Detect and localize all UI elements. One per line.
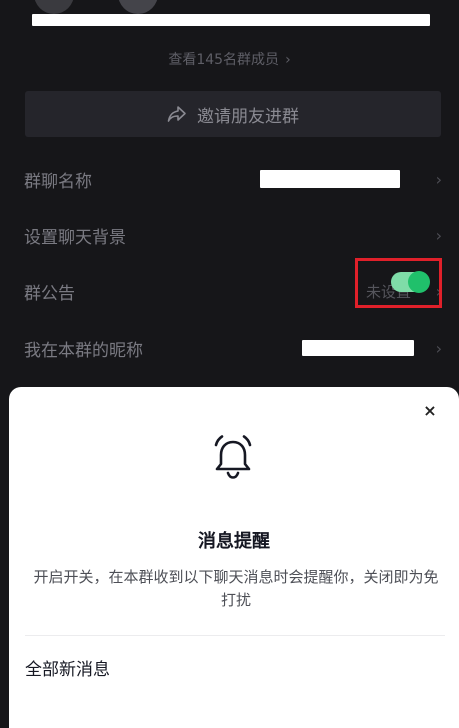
- view-all-members-label: 查看145名群成员: [168, 52, 280, 68]
- toggle-knob: [408, 271, 430, 293]
- redacted-nickname: [302, 340, 414, 356]
- bell-icon: [214, 435, 252, 479]
- group-notice-label: 群公告: [24, 283, 75, 304]
- divider: [25, 635, 445, 636]
- settings-row-chat-background[interactable]: 设置聊天背景 ›: [0, 207, 459, 263]
- share-arrow-icon: [167, 106, 186, 122]
- sheet-description: 开启开关，在本群收到以下聊天消息时会提醒你，关闭即为免打扰: [33, 568, 439, 609]
- invite-friends-button[interactable]: 邀请朋友进群: [25, 91, 441, 137]
- group-settings-screen: 查看145名群成员 › 邀请朋友进群 群聊名称 › 设置聊天背景 › 群公告 未设…: [0, 0, 459, 728]
- chevron-right-icon: ›: [435, 225, 442, 245]
- redacted-group-name: [260, 170, 400, 188]
- chevron-right-icon: ›: [285, 52, 291, 68]
- my-nickname-label: 我在本群的昵称: [24, 340, 143, 361]
- chevron-right-icon: ›: [435, 338, 442, 358]
- member-avatars-row: [0, 0, 459, 14]
- group-name-label: 群聊名称: [24, 171, 92, 192]
- close-button[interactable]: ×: [421, 400, 439, 420]
- close-icon: ×: [423, 400, 437, 420]
- all-new-messages-label: 全部新消息: [25, 660, 110, 680]
- view-all-members-link[interactable]: 查看145名群成员 ›: [0, 49, 459, 69]
- sheet-title: 消息提醒: [198, 531, 270, 552]
- message-reminder-sheet: × 消息提醒 开启开关，在本群收到以下聊天消息时会提醒你，关闭即为免打扰 全部新…: [9, 387, 459, 728]
- avatar[interactable]: [34, 0, 74, 14]
- avatar[interactable]: [118, 0, 158, 14]
- chevron-right-icon: ›: [435, 169, 442, 189]
- chat-background-label: 设置聊天背景: [24, 227, 126, 248]
- invite-friends-label: 邀请朋友进群: [197, 106, 299, 127]
- redacted-member-names: [32, 14, 430, 26]
- all-new-messages-toggle[interactable]: [391, 271, 430, 293]
